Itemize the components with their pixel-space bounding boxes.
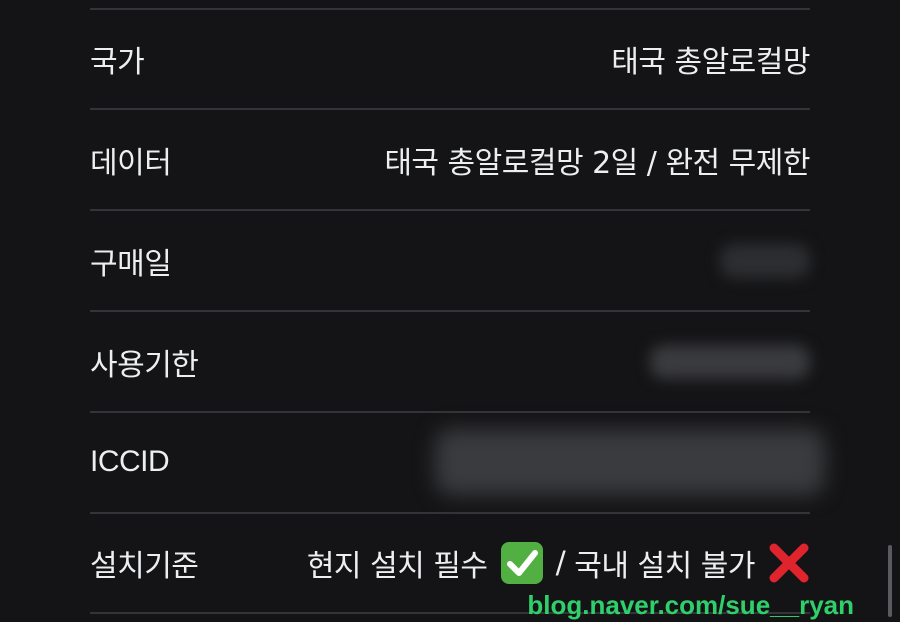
redacted-expiry-date: [650, 344, 810, 379]
blog-watermark: blog.naver.com/sue__ryan: [527, 590, 854, 620]
row-label-country: 국가: [90, 44, 145, 80]
row-label-purchase-date: 구매일: [90, 246, 172, 282]
redacted-iccid: [435, 428, 825, 495]
row-iccid: ICCID: [90, 412, 825, 511]
row-label-install-policy: 설치기준: [90, 548, 199, 584]
row-data: 데이터 태국 총알로컬망 2일 / 완전 무제한: [90, 110, 810, 209]
row-label-data: 데이터: [90, 145, 172, 181]
esim-info-table: 국가 태국 총알로컬망 데이터 태국 총알로컬망 2일 / 완전 무제한 구매일…: [90, 0, 825, 622]
separator-slash: /: [555, 545, 566, 580]
row-expiry: 사용기한: [90, 312, 810, 411]
row-value-country: 태국 총알로컬망: [611, 44, 810, 80]
install-domestic-not-allowed-text: 국내 설치 불가: [574, 548, 755, 584]
install-local-required-text: 현지 설치 필수: [306, 548, 488, 584]
scrollbar-thumb[interactable]: [888, 545, 892, 617]
row-value-data: 태국 총알로컬망 2일 / 완전 무제한: [384, 145, 810, 181]
check-mark-button-icon: [500, 541, 543, 584]
row-purchase-date: 구매일: [90, 211, 810, 310]
cross-mark-icon: [768, 542, 810, 584]
row-label-expiry: 사용기한: [90, 347, 199, 383]
redacted-purchase-date: [720, 243, 810, 278]
row-value-install-policy: 현지 설치 필수 / 국내 설치 불가: [307, 541, 810, 585]
row-label-iccid: ICCID: [90, 444, 170, 478]
row-country: 국가 태국 총알로컬망: [90, 9, 810, 108]
